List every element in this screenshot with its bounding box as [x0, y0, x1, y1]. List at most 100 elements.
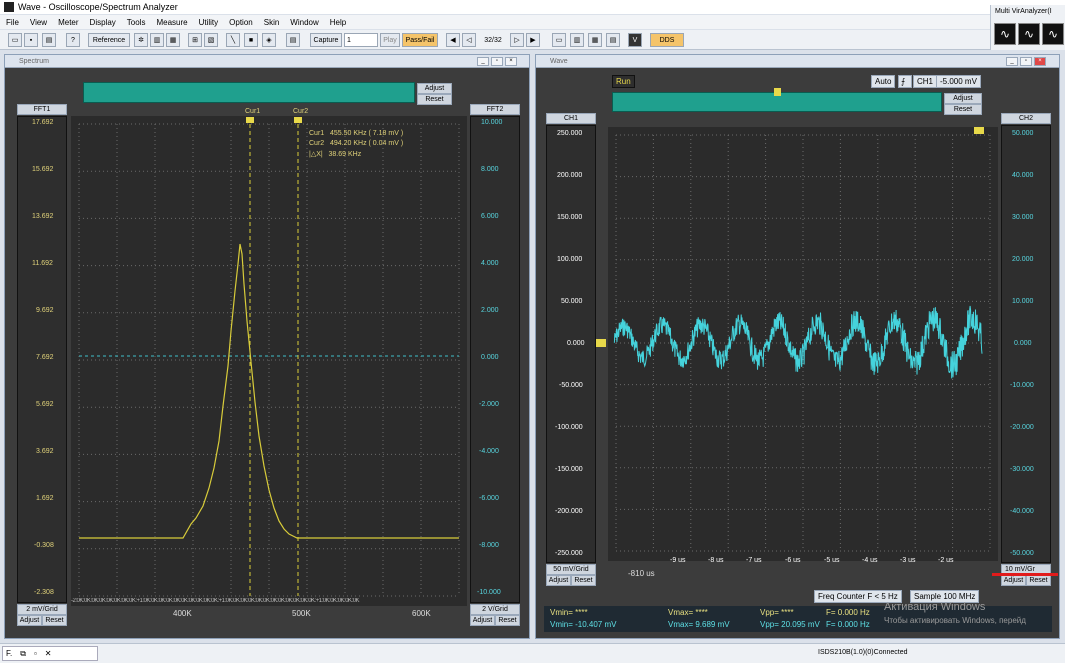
ch1-scale[interactable]: 50 mV/Grid	[546, 564, 596, 575]
trigger-position-icon[interactable]	[774, 88, 781, 96]
ch1-tick: 0.000	[567, 340, 585, 347]
restore-icon[interactable]: ⧉	[20, 649, 26, 659]
stop-icon[interactable]: ■	[244, 33, 258, 47]
ch2-tick: 30.000	[1012, 214, 1034, 221]
forward-icon[interactable]: ▷	[510, 33, 524, 47]
ch2-adjust-button[interactable]: Adjust	[1001, 575, 1026, 586]
run-status[interactable]: Run	[612, 75, 635, 88]
passfail-button[interactable]: Pass/Fail	[402, 33, 438, 47]
dds-button[interactable]: DDS	[650, 33, 684, 47]
menu-tools[interactable]: Tools	[127, 18, 146, 27]
app-icon	[4, 2, 14, 12]
device-status: ISDS210B(1.0)(0)Connected	[818, 649, 908, 656]
menu-meter[interactable]: Meter	[58, 18, 78, 27]
next-frame-icon[interactable]: ▶	[526, 33, 540, 47]
help-icon[interactable]: ?	[66, 33, 80, 47]
minimize-icon[interactable]: _	[477, 57, 489, 66]
fft1-tick: -0.308	[34, 542, 54, 549]
ch2-vmax: Vmax= 9.689 mV	[668, 620, 730, 629]
layout-icon-2[interactable]: ▥	[570, 33, 584, 47]
minimized-window[interactable]: F. ⧉ ▫ ✕	[2, 646, 98, 661]
wave-plot-svg	[613, 134, 991, 552]
printer-icon[interactable]: ▤	[286, 33, 300, 47]
ch2-reset-button[interactable]: Reset	[1026, 575, 1051, 586]
close-icon[interactable]: ×	[505, 57, 517, 66]
layout-icon-1[interactable]: ▭	[552, 33, 566, 47]
ch1-tick: 200.000	[557, 172, 583, 179]
print-icon[interactable]: ▤	[42, 33, 56, 47]
overview-reset-button[interactable]: Reset	[944, 104, 982, 115]
capture-button[interactable]: Capture	[310, 33, 342, 47]
menu-option[interactable]: Option	[229, 18, 253, 27]
ch1-reset-button[interactable]: Reset	[571, 575, 596, 586]
cursor1-marker-icon[interactable]	[246, 117, 254, 123]
fft1-scale[interactable]: 2 mV/Grid	[17, 604, 67, 615]
ch1-tick: 50.000	[561, 298, 583, 305]
ch1-zero-marker-icon[interactable]	[596, 339, 606, 347]
cursor1-label[interactable]: Cur1	[245, 108, 260, 115]
menu-skin[interactable]: Skin	[264, 18, 280, 27]
layout-icon-3[interactable]: ▦	[588, 33, 602, 47]
ch1-adjust-button[interactable]: Adjust	[546, 575, 571, 586]
fft2-scale[interactable]: 2 V/Grid	[470, 604, 520, 615]
play-button[interactable]: Play	[380, 33, 400, 47]
close-icon[interactable]: ×	[1034, 57, 1046, 66]
menu-help[interactable]: Help	[330, 18, 346, 27]
tool-icon-2[interactable]: ▥	[150, 33, 164, 47]
trigger-edge-icon[interactable]: ⨍	[898, 75, 912, 88]
wave-analyzer-icon[interactable]: ∿	[994, 23, 1016, 45]
layout-icon-4[interactable]: ▤	[606, 33, 620, 47]
cursor2-label[interactable]: Cur2	[293, 108, 308, 115]
fft1-adjust-button[interactable]: Adjust	[17, 615, 42, 626]
overview-adjust-button[interactable]: Adjust	[944, 93, 982, 104]
v-button[interactable]: V	[628, 33, 642, 47]
open-icon[interactable]: ▭	[8, 33, 22, 47]
menu-measure[interactable]: Measure	[156, 18, 187, 27]
status-bar: F. ⧉ ▫ ✕ ISDS210B(1.0)(0)Connected	[0, 643, 1065, 663]
overview-adjust-button[interactable]: Adjust	[417, 83, 452, 94]
trigger-channel[interactable]: CH1	[913, 75, 938, 88]
minimize-icon[interactable]: _	[1006, 57, 1018, 66]
windows-activation-title: Активация Windows	[884, 601, 986, 613]
spectrum-plot-area[interactable]: Cur1 Cur2 Cur1 455.50 KHz ( 7.18 mV ) Cu…	[71, 108, 467, 606]
reference-button[interactable]: Reference	[88, 33, 130, 47]
menu-display[interactable]: Display	[90, 18, 116, 27]
cursor-icon[interactable]: ╲	[226, 33, 240, 47]
trigger-level-marker-icon[interactable]	[974, 127, 984, 134]
fft2-adjust-button[interactable]: Adjust	[470, 615, 495, 626]
restore-icon[interactable]: ▫	[1020, 57, 1032, 66]
menu-utility[interactable]: Utility	[199, 18, 219, 27]
menu-file[interactable]: File	[6, 18, 19, 27]
prev-frame-icon[interactable]: ◀	[446, 33, 460, 47]
spectrum-overview-bar[interactable]	[83, 82, 415, 103]
trigger-level[interactable]: -5.000 mV	[936, 75, 981, 88]
tool-icon-5[interactable]: ▧	[204, 33, 218, 47]
menu-window[interactable]: Window	[290, 18, 318, 27]
wave-x-tick: -7 us	[746, 557, 762, 564]
trigger-mode[interactable]: Auto	[871, 75, 896, 88]
spectrum-analyzer-icon[interactable]: ∿	[1018, 23, 1040, 45]
ch2-tick: 10.000	[1012, 298, 1034, 305]
ch2-axis: 50.000 40.000 30.000 20.000 10.000 0.000…	[1001, 125, 1051, 563]
tool-icon-4[interactable]: ⊞	[188, 33, 202, 47]
overview-reset-button[interactable]: Reset	[417, 94, 452, 105]
menu-view[interactable]: View	[30, 18, 47, 27]
ch1-vmax: Vmax= ****	[668, 608, 708, 617]
back-icon[interactable]: ◁	[462, 33, 476, 47]
fft2-reset-button[interactable]: Reset	[495, 615, 520, 626]
color-icon[interactable]: ◈	[262, 33, 276, 47]
ch2-tick: -30.000	[1010, 466, 1034, 473]
tool-icon-3[interactable]: ▦	[166, 33, 180, 47]
maximize-icon[interactable]: ▫	[34, 649, 37, 658]
tool-icon-1[interactable]: ✲	[134, 33, 148, 47]
wave-plot-area[interactable]	[608, 127, 998, 561]
capture-count-input[interactable]: 1	[344, 33, 378, 47]
close-icon[interactable]: ✕	[45, 649, 52, 658]
cursor2-marker-icon[interactable]	[294, 117, 302, 123]
save-icon[interactable]: ▪	[24, 33, 38, 47]
restore-icon[interactable]: ▫	[491, 57, 503, 66]
fft1-reset-button[interactable]: Reset	[42, 615, 67, 626]
recorder-icon[interactable]: ∿	[1042, 23, 1064, 45]
ch2-tick: 0.000	[1014, 340, 1032, 347]
ch1-tick: -250.000	[555, 550, 583, 557]
